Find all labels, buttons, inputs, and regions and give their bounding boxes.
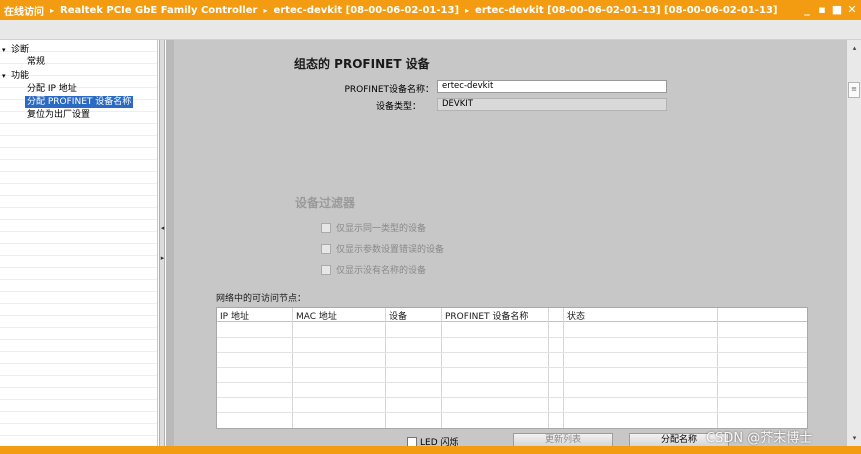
tree-item-label: 功能 bbox=[11, 71, 30, 81]
tree-item-assign-profinet-name[interactable]: 分配 PROFINET 设备名称 bbox=[25, 96, 134, 108]
column-divider bbox=[292, 308, 293, 428]
table-row bbox=[217, 337, 807, 338]
chevron-down-icon[interactable]: ▾ bbox=[2, 70, 11, 82]
filter-option-label: 仅显示没有名称的设备 bbox=[336, 266, 427, 276]
tree-item-label: 复位为出厂设置 bbox=[27, 110, 91, 120]
checkbox-icon[interactable] bbox=[407, 436, 417, 447]
pane-splitter[interactable]: ◂ ▸ bbox=[159, 40, 165, 446]
expand-right-icon[interactable]: ▸ bbox=[160, 254, 165, 264]
table-row bbox=[217, 397, 807, 398]
breadcrumb-separator-icon: ▸ bbox=[465, 5, 470, 15]
tree-item-general[interactable]: 常规 bbox=[27, 56, 45, 68]
tree-item-diagnostics[interactable]: ▾ 诊断 bbox=[2, 44, 29, 56]
column-device[interactable]: 设备 bbox=[389, 309, 407, 322]
accessible-nodes-label: 网络中的可访问节点： bbox=[216, 294, 307, 304]
device-name-field[interactable]: ertec-devkit bbox=[437, 80, 667, 93]
table-row bbox=[217, 367, 807, 368]
configured-device-title: 组态的 PROFINET 设备 bbox=[294, 57, 430, 71]
accessible-nodes-table[interactable]: IP 地址 MAC 地址 设备 PROFINET 设备名称 状态 bbox=[216, 307, 808, 429]
device-name-label: PROFINET设备名称： bbox=[344, 85, 434, 95]
tree-item-factory-reset[interactable]: 复位为出厂设置 bbox=[27, 109, 90, 121]
navigation-tree: ▾ 诊断 常规 ▾ 功能 分配 IP 地址 分配 PROFINET 设备名称 复位为… bbox=[0, 40, 158, 446]
breadcrumb-separator-icon: ▸ bbox=[50, 5, 55, 15]
filter-option-label: 仅显示参数设置错误的设备 bbox=[336, 245, 445, 255]
checkbox-icon[interactable] bbox=[321, 264, 331, 275]
checkbox-icon[interactable] bbox=[321, 243, 331, 254]
tree-item-functions[interactable]: ▾ 功能 bbox=[2, 70, 29, 82]
breadcrumb-online-access[interactable]: 在线访问 bbox=[4, 3, 44, 18]
restore-icon[interactable]: ▪ bbox=[817, 2, 827, 16]
main-panel: 组态的 PROFINET 设备 PROFINET设备名称： ertec-devk… bbox=[166, 40, 846, 448]
scroll-down-icon[interactable]: ▾ bbox=[848, 432, 861, 444]
table-row bbox=[217, 412, 807, 413]
minimize-icon[interactable]: _ bbox=[802, 2, 812, 16]
filter-same-type-checkbox[interactable]: 仅显示同一类型的设备 bbox=[321, 221, 426, 234]
filter-wrong-params-checkbox[interactable]: 仅显示参数设置错误的设备 bbox=[321, 242, 444, 255]
column-status[interactable]: 状态 bbox=[567, 309, 585, 322]
status-bar bbox=[0, 446, 861, 454]
collapse-left-icon[interactable]: ◂ bbox=[160, 224, 165, 234]
column-divider bbox=[385, 308, 386, 428]
scroll-up-icon[interactable]: ▴ bbox=[848, 42, 861, 54]
filter-no-name-checkbox[interactable]: 仅显示没有名称的设备 bbox=[321, 263, 426, 276]
column-divider bbox=[441, 308, 442, 428]
device-type-label: 设备类型： bbox=[375, 102, 421, 112]
tree-item-label: 分配 PROFINET 设备名称 bbox=[27, 97, 132, 107]
breadcrumb-device-detail[interactable]: ertec-devkit [08-00-06-02-01-13] [08-00-… bbox=[475, 5, 777, 16]
column-divider bbox=[563, 308, 564, 428]
chevron-down-icon[interactable]: ▾ bbox=[2, 44, 11, 56]
close-icon[interactable]: ✕ bbox=[847, 2, 857, 16]
table-row bbox=[217, 352, 807, 353]
checkbox-icon[interactable] bbox=[321, 222, 331, 233]
device-filter-title: 设备过滤器 bbox=[295, 196, 356, 210]
toolbar-strip bbox=[0, 20, 861, 40]
breadcrumb-device[interactable]: ertec-devkit [08-00-06-02-01-13] bbox=[273, 5, 459, 16]
watermark-text: CSDN @芥末博士 bbox=[706, 431, 813, 446]
column-divider bbox=[717, 308, 718, 428]
column-mac-address[interactable]: MAC 地址 bbox=[296, 309, 337, 322]
column-divider bbox=[548, 308, 549, 428]
table-row bbox=[217, 382, 807, 383]
breadcrumb-adapter[interactable]: Realtek PCIe GbE Family Controller bbox=[60, 5, 257, 16]
tree-item-label: 分配 IP 地址 bbox=[27, 84, 77, 94]
tree-item-label: 诊断 bbox=[11, 45, 30, 55]
vertical-scrollbar[interactable]: ▴ ≡ ▾ bbox=[846, 40, 861, 446]
title-bar: 在线访问 ▸ Realtek PCIe GbE Family Controlle… bbox=[0, 0, 861, 20]
window-controls: _ ▪ ■ ✕ bbox=[802, 2, 857, 16]
column-profinet-name[interactable]: PROFINET 设备名称 bbox=[445, 309, 528, 322]
tree-item-assign-ip[interactable]: 分配 IP 地址 bbox=[27, 83, 77, 95]
breadcrumb-separator-icon: ▸ bbox=[263, 5, 268, 15]
device-type-field: DEVKIT bbox=[437, 98, 667, 111]
tree-item-label: 常规 bbox=[27, 57, 46, 67]
column-ip-address[interactable]: IP 地址 bbox=[220, 309, 249, 322]
scroll-thumb[interactable]: ≡ bbox=[848, 82, 860, 98]
filter-option-label: 仅显示同一类型的设备 bbox=[336, 224, 427, 234]
refresh-list-button[interactable]: 更新列表 bbox=[513, 433, 613, 447]
table-header: IP 地址 MAC 地址 设备 PROFINET 设备名称 状态 bbox=[217, 308, 807, 322]
maximize-icon[interactable]: ■ bbox=[832, 2, 842, 16]
